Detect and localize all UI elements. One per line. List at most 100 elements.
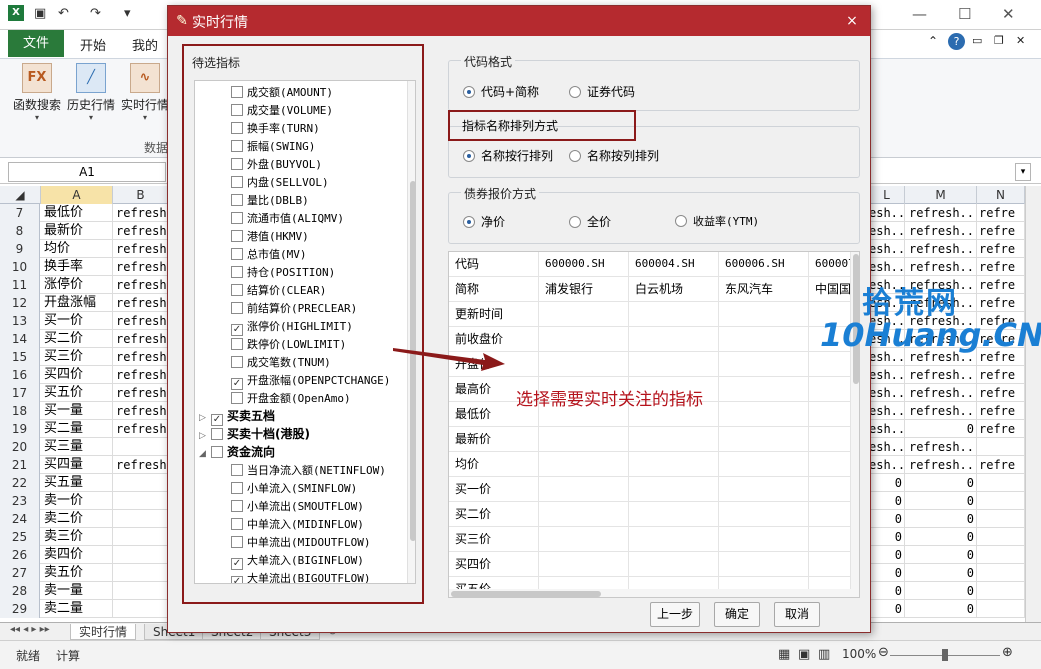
tree-group[interactable]: ▷ 买卖十档(港股) [199,425,310,443]
ribbon-restore-icon[interactable]: ❐ [994,34,1004,47]
checkbox-unchecked[interactable] [231,284,243,296]
grid-cell[interactable] [629,302,719,327]
save-icon[interactable]: ▣ [34,6,46,21]
row-number[interactable]: 13 [0,312,40,330]
grid-row-header[interactable]: 最新价 [449,427,539,452]
undo-icon[interactable]: ↶ [58,6,69,21]
cell-l[interactable]: 0 [869,492,905,510]
help-icon[interactable]: ? [948,33,965,50]
cell-a[interactable]: 卖一价 [41,492,113,510]
cell-a[interactable]: 最新价 [41,222,113,240]
row-number[interactable]: 12 [0,294,40,312]
zoom-level[interactable]: 100% [842,647,876,661]
grid-row-header[interactable]: 买四价 [449,552,539,577]
checkbox-unchecked[interactable] [231,356,243,368]
tree-item[interactable]: 成交额(AMOUNT) [231,83,333,101]
cell-l[interactable]: esh.. [869,222,905,240]
cell-n[interactable] [977,510,1025,528]
row-number[interactable]: 17 [0,384,40,402]
grid-cell[interactable] [809,527,851,552]
history-quote-button[interactable]: ╱ 历史行情 ▾ [64,63,118,122]
checkbox-unchecked[interactable] [231,536,243,548]
row-number[interactable]: 28 [0,582,40,600]
cell-l[interactable]: 0 [869,510,905,528]
grid-cell[interactable] [539,302,629,327]
grid-row-header[interactable]: 更新时间 [449,302,539,327]
cell-b[interactable]: refresh [113,276,169,294]
grid-row-header[interactable]: 买一价 [449,477,539,502]
tree-item[interactable]: 中单流入(MIDINFLOW) [231,515,364,533]
redo-icon[interactable]: ↷ [90,6,101,21]
cell-b[interactable] [113,510,169,528]
row-number[interactable]: 22 [0,474,40,492]
cell-l[interactable]: 0 [869,600,905,618]
formula-expand-icon[interactable]: ▾ [1015,163,1031,181]
cell-l[interactable]: esh.. [869,402,905,420]
row-number[interactable]: 23 [0,492,40,510]
row-number[interactable]: 21 [0,456,40,474]
status-calc[interactable]: 计算 [56,647,80,664]
grid-cell[interactable] [539,527,629,552]
cell-b[interactable]: refresh [113,420,169,438]
checkbox-unchecked[interactable] [231,482,243,494]
sheet-nav-icon[interactable]: ◂◂ ◂ ▸ ▸▸ [10,624,50,635]
cell-b[interactable] [113,546,169,564]
checkbox-unchecked[interactable] [231,176,243,188]
cell-m[interactable]: refresh.. [905,456,977,474]
row-number[interactable]: 9 [0,240,40,258]
checkbox-unchecked[interactable] [231,266,243,278]
checkbox-unchecked[interactable] [211,428,223,440]
radio-full-price[interactable]: 全价 [569,213,611,230]
close-window-icon[interactable]: ✕ [1002,5,1015,23]
cell-b[interactable] [113,474,169,492]
grid-cell[interactable] [629,452,719,477]
grid-horizontal-scrollbar[interactable] [449,589,851,597]
cell-b[interactable]: refresh [113,384,169,402]
cell-l[interactable]: 0 [869,564,905,582]
tree-item[interactable]: 成交笔数(TNUM) [231,353,331,371]
radio-ytm[interactable]: 收益率(YTM) [675,213,759,229]
column-header-l[interactable]: L [869,186,905,204]
cell-n[interactable] [977,528,1025,546]
cell-l[interactable]: esh.. [869,366,905,384]
grid-vertical-scrollbar[interactable] [851,252,859,597]
cell-m[interactable]: refresh.. [905,258,977,276]
checkbox-unchecked[interactable] [231,158,243,170]
grid-row-header[interactable]: 代码 [449,252,539,277]
row-number[interactable]: 19 [0,420,40,438]
checkbox-unchecked[interactable] [231,248,243,260]
column-header-n[interactable]: N [977,186,1025,204]
ok-button[interactable]: 确定 [714,602,760,627]
cell-b[interactable]: refresh [113,294,169,312]
cell-l[interactable]: esh.. [869,204,905,222]
column-header-m[interactable]: M [905,186,977,204]
cell-m[interactable]: refresh.. [905,384,977,402]
checkbox-unchecked[interactable] [211,446,223,458]
cell-l[interactable]: esh.. [869,420,905,438]
cell-n[interactable]: refre [977,456,1025,474]
close-icon[interactable]: × [842,12,862,30]
grid-cell[interactable] [629,427,719,452]
page-layout-icon[interactable]: ▣ [798,647,810,662]
row-number[interactable]: 27 [0,564,40,582]
radio-code-name[interactable]: 代码+简称 [463,83,539,100]
cell-m[interactable]: refresh.. [905,366,977,384]
tree-item[interactable]: 内盘(SELLVOL) [231,173,329,191]
zoom-in-icon[interactable]: ⊕ [1002,645,1013,660]
cell-a[interactable]: 买五价 [41,384,113,402]
tree-item[interactable]: 中单流出(MIDOUTFLOW) [231,533,370,551]
grid-cell[interactable] [629,352,719,377]
cell-l[interactable]: 0 [869,528,905,546]
cell-b[interactable]: refresh [113,402,169,420]
cell-a[interactable]: 涨停价 [41,276,113,294]
cell-m[interactable]: 0 [905,492,977,510]
checkbox-unchecked[interactable] [231,518,243,530]
expanded-icon[interactable]: ◢ [199,445,209,463]
tree-group[interactable]: ▷ ✓ 买卖五档 [199,407,275,426]
realtime-quote-button[interactable]: ∿ 实时行情 ▾ [118,63,172,122]
zoom-out-icon[interactable]: ⊖ [878,645,889,660]
cell-a[interactable]: 买四价 [41,366,113,384]
cell-n[interactable]: refre [977,276,1025,294]
cell-a[interactable]: 买二量 [41,420,113,438]
select-all-corner[interactable]: ◢ [0,186,41,204]
